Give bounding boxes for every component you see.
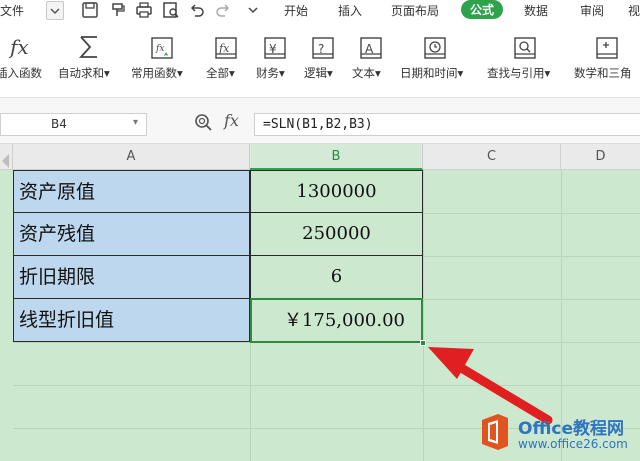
svg-text:fx: fx xyxy=(8,35,29,59)
common-functions-button[interactable]: fx 常用函数▾ xyxy=(131,34,193,94)
cell-a2[interactable]: 资产残值 xyxy=(13,213,250,256)
undo-icon[interactable] xyxy=(187,0,207,20)
office-logo-icon xyxy=(482,414,508,450)
tab-view[interactable]: 视 xyxy=(628,2,640,19)
formula-text: =SLN(B1,B2,B3) xyxy=(263,117,373,132)
cell-a3[interactable]: 折旧期限 xyxy=(13,256,250,299)
tab-page-layout[interactable]: 页面布局 xyxy=(391,2,439,19)
finance-icon: ¥ xyxy=(264,37,286,59)
watermark: Office教程网 www.office26.com xyxy=(478,410,640,461)
logic-icon: ? xyxy=(312,37,334,59)
name-box-value: B4 xyxy=(51,117,67,131)
cell-b1[interactable]: 1300000 xyxy=(250,170,423,213)
name-box[interactable]: B4 ▾ xyxy=(0,113,147,136)
clock-icon xyxy=(424,37,446,59)
print-preview-icon[interactable] xyxy=(161,0,181,20)
watermark-url: www.office26.com xyxy=(518,437,628,451)
math-trig-button[interactable]: 数学和三角 xyxy=(574,34,640,94)
math-icon xyxy=(596,37,618,59)
logic-button[interactable]: ? 逻辑▾ xyxy=(304,34,342,94)
lookup-reference-button[interactable]: 查找与引用▾ xyxy=(487,34,563,94)
finance-button[interactable]: ¥ 财务▾ xyxy=(256,34,294,94)
column-header-a[interactable]: A xyxy=(13,144,250,170)
menu-bar: 文件 开始 插入 页面布局 公式 数据 审阅 视 xyxy=(0,0,640,22)
fx-label[interactable]: fx xyxy=(224,111,239,130)
chevron-down-icon[interactable]: ▾ xyxy=(133,117,138,128)
chevron-down-icon xyxy=(50,8,60,15)
cell-b2[interactable]: 250000 xyxy=(250,213,423,256)
column-header-c[interactable]: C xyxy=(423,144,561,170)
text-functions-button[interactable]: A 文本▾ xyxy=(352,34,390,94)
tab-insert[interactable]: 插入 xyxy=(338,2,362,19)
print-icon[interactable] xyxy=(134,0,154,20)
cell-a1[interactable]: 资产原值 xyxy=(13,170,250,213)
svg-text:fx: fx xyxy=(218,42,230,55)
redo-icon[interactable] xyxy=(213,0,233,20)
more-icon[interactable] xyxy=(243,0,263,20)
select-all-corner[interactable] xyxy=(0,144,13,170)
all-functions-icon: fx xyxy=(215,37,237,59)
lookup-icon xyxy=(514,37,536,59)
insert-function-button[interactable]: fx 插入函数 xyxy=(0,34,46,94)
sigma-icon xyxy=(78,36,97,58)
cell-a4[interactable]: 线型折旧值 xyxy=(13,299,250,342)
date-time-button[interactable]: 日期和时间▾ xyxy=(400,34,470,94)
grid-line xyxy=(13,385,640,386)
fill-handle[interactable] xyxy=(420,340,426,346)
tab-home[interactable]: 开始 xyxy=(284,2,308,19)
tab-formulas[interactable]: 公式 xyxy=(461,0,504,19)
formula-input[interactable]: =SLN(B1,B2,B3) xyxy=(254,113,640,136)
all-functions-button[interactable]: fx 全部▾ xyxy=(206,34,246,94)
text-icon: A xyxy=(360,37,382,59)
save-icon[interactable] xyxy=(80,0,100,20)
svg-text:fx: fx xyxy=(155,44,164,54)
corner-triangle-icon xyxy=(2,154,9,168)
fx-icon: fx xyxy=(8,35,29,59)
cell-b4-selected[interactable]: ￥175,000.00 xyxy=(250,298,423,343)
star-function-icon: fx xyxy=(151,37,173,59)
watermark-title: Office教程网 xyxy=(518,419,625,439)
formula-bar: B4 ▾ fx =SLN(B1,B2,B3) xyxy=(0,98,640,144)
tab-data[interactable]: 数据 xyxy=(524,2,548,19)
column-header-b[interactable]: B xyxy=(250,144,423,170)
autosum-button[interactable]: 自动求和▾ xyxy=(58,34,120,94)
tab-review[interactable]: 审阅 xyxy=(580,2,604,19)
column-header-d[interactable]: D xyxy=(561,144,640,170)
cell-b3[interactable]: 6 xyxy=(250,256,423,299)
file-dropdown-button[interactable] xyxy=(46,1,64,20)
ribbon: fx 插入函数 自动求和▾ fx 常用函数▾ fx 全部▾ ¥ 财务▾ ? 逻辑… xyxy=(0,22,640,98)
file-menu[interactable]: 文件 xyxy=(0,2,24,19)
format-painter-icon[interactable] xyxy=(108,0,128,20)
zoom-icon[interactable] xyxy=(194,113,214,133)
